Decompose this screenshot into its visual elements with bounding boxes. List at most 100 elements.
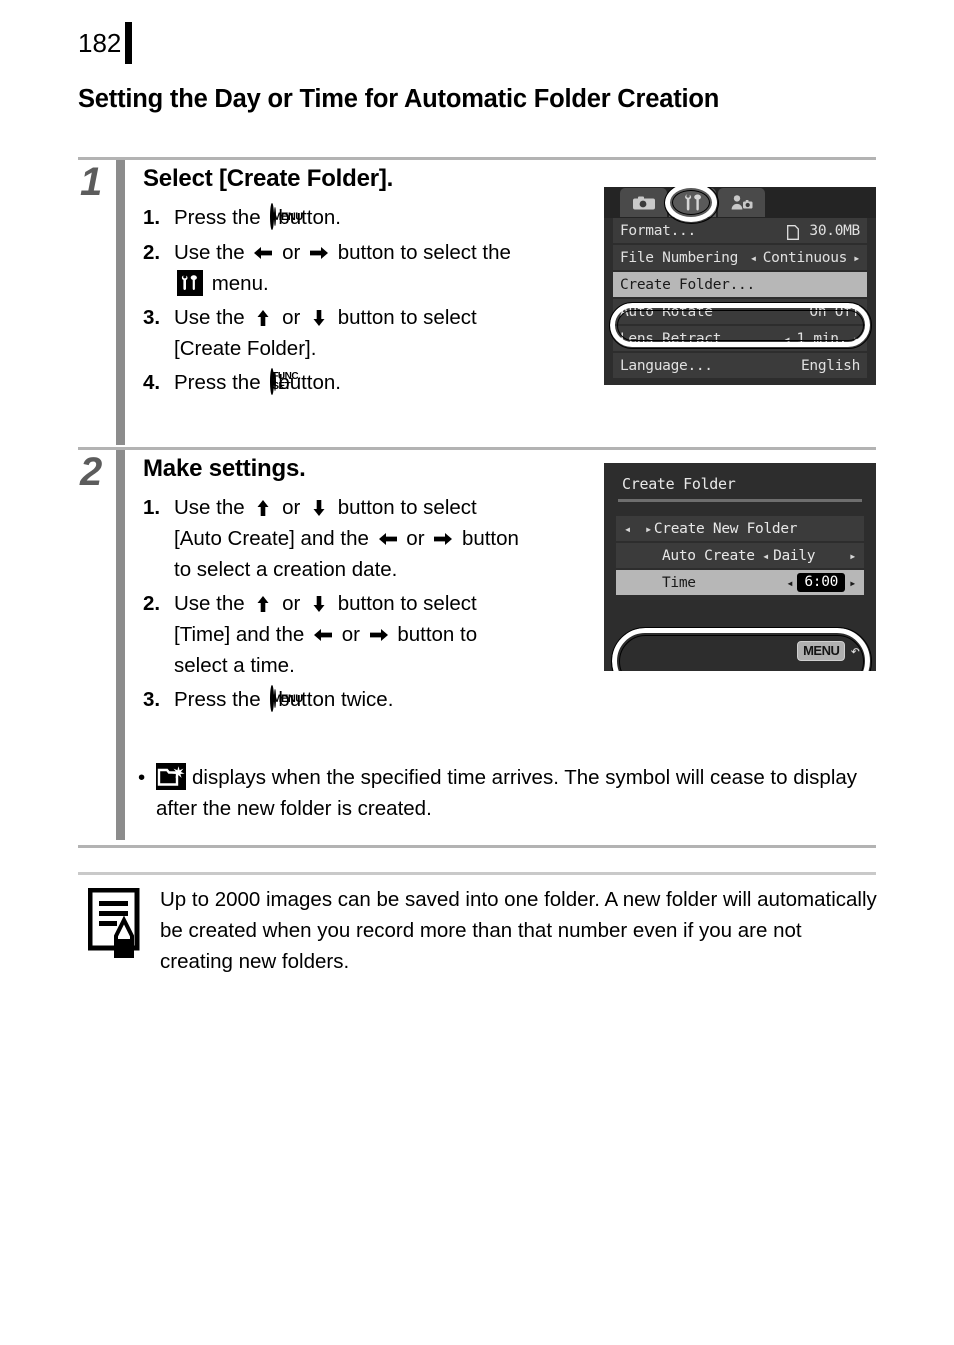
lcd-row-create-new-folder[interactable]: ◂ ▸ Create New Folder bbox=[616, 516, 864, 541]
substep-text: or bbox=[406, 527, 425, 550]
substep-marker: 3. bbox=[143, 306, 161, 330]
right-arrow-icon bbox=[308, 242, 330, 264]
substep-marker: 1. bbox=[143, 496, 161, 519]
left-triangle-icon: ◂ bbox=[762, 548, 770, 563]
substep-text: or bbox=[282, 241, 301, 265]
substep-text: Use the bbox=[174, 592, 245, 615]
step-2-heading: Make settings. bbox=[143, 455, 306, 482]
step-1-substeps: 1. Press the MENU button. 2. Use the or … bbox=[143, 202, 601, 399]
substep-text: or bbox=[282, 592, 301, 615]
substep-text: [Auto Create] and the bbox=[174, 527, 369, 550]
substep-1-1: 1. Press the MENU button. bbox=[143, 202, 601, 234]
substep-1-3: 3. Use the or button to select [Create F… bbox=[143, 302, 601, 364]
substep-marker: 2. bbox=[143, 592, 161, 615]
substep-2-1: 1. Use the or button to select [Auto Cre… bbox=[143, 492, 601, 585]
lcd-title-separator bbox=[618, 499, 862, 502]
menu-badge: MENU bbox=[797, 641, 846, 661]
left-arrow-icon bbox=[312, 624, 334, 646]
wrench-screwdriver-icon bbox=[177, 269, 203, 296]
substep-text: button to select the bbox=[337, 241, 511, 265]
page-number: 182 bbox=[78, 28, 122, 58]
divider-bottom bbox=[78, 845, 876, 848]
lcd-row-label: File Numbering bbox=[620, 249, 739, 266]
right-triangle-icon: ▸ bbox=[849, 575, 856, 590]
substep-text: menu. bbox=[211, 272, 269, 296]
lcd-row-auto-create[interactable]: Auto Create ◂ Daily ▸ bbox=[616, 543, 864, 568]
tab-camera[interactable] bbox=[620, 188, 667, 217]
substep-text: button to bbox=[397, 623, 478, 646]
note-block: Up to 2000 images can be saved into one … bbox=[88, 884, 883, 977]
memo-note-icon bbox=[88, 888, 146, 960]
folder-new-icon bbox=[156, 763, 186, 791]
lcd-row-value: 30.0MB bbox=[809, 222, 860, 239]
tab-my-camera[interactable] bbox=[718, 188, 765, 217]
substep-2-3: 3. Press the MENU button twice. bbox=[143, 684, 601, 716]
substep-text: [Create Folder]. bbox=[174, 337, 317, 361]
left-triangle-icon: ◂ bbox=[749, 250, 757, 265]
bullet-note: • displays when the specified time arriv… bbox=[138, 762, 883, 824]
camera-icon bbox=[632, 196, 655, 209]
lcd-row-value: Continuous bbox=[762, 249, 848, 266]
camera-lcd-menu-screen: Format... 30.0MB File Numbering ◂ Contin… bbox=[604, 187, 876, 385]
substep-marker: 1. bbox=[143, 206, 161, 229]
substep-marker: 4. bbox=[143, 371, 161, 395]
lcd-menu-list: Format... 30.0MB File Numbering ◂ Contin… bbox=[604, 218, 876, 378]
lcd-row-file-numbering[interactable]: File Numbering ◂ Continuous ▸ bbox=[613, 245, 867, 270]
right-triangle-icon: ▸ bbox=[644, 521, 652, 536]
lcd-row-create-folder[interactable]: Create Folder... bbox=[613, 272, 867, 297]
substep-text: button to select bbox=[337, 496, 477, 519]
lcd-menu-hint: MENU ↶ bbox=[797, 641, 860, 661]
lcd-row-value: 6:00 bbox=[797, 573, 846, 592]
func-set-button-icon: FUNC. SET bbox=[270, 368, 301, 396]
bullet-note-body: displays when the specified time arrives… bbox=[138, 762, 883, 824]
substep-text: button to select bbox=[337, 306, 477, 330]
step-1-heading: Select [Create Folder]. bbox=[143, 165, 394, 192]
lcd-tab-strip bbox=[604, 187, 876, 224]
right-triangle-icon: ▸ bbox=[853, 250, 860, 265]
right-triangle-icon: ▸ bbox=[853, 331, 860, 346]
page-number-rule bbox=[125, 22, 133, 64]
bullet-marker: • bbox=[138, 766, 146, 789]
substep-text: or bbox=[282, 496, 301, 519]
down-arrow-icon bbox=[308, 307, 330, 329]
step-2-accent-bar bbox=[116, 450, 125, 840]
page-number-block: 182 bbox=[78, 22, 133, 64]
note-text: Up to 2000 images can be saved into one … bbox=[160, 888, 877, 973]
down-arrow-icon bbox=[308, 593, 330, 615]
lcd-row-format[interactable]: Format... 30.0MB bbox=[613, 218, 867, 243]
lcd-row-value: Daily bbox=[773, 547, 816, 564]
camera-lcd-create-folder-screen: Create Folder ◂ ▸ Create New Folder Auto… bbox=[604, 463, 876, 671]
lcd-row-label: Language... bbox=[620, 357, 713, 374]
lcd-settings-body: ◂ ▸ Create New Folder Auto Create ◂ Dail… bbox=[604, 516, 876, 671]
step-2-substeps: 1. Use the or button to select [Auto Cre… bbox=[143, 492, 601, 716]
right-arrow-icon bbox=[368, 624, 390, 646]
lcd-row-label: Format... bbox=[620, 222, 696, 239]
left-triangle-icon: ◂ bbox=[783, 331, 791, 346]
substep-text: Press the bbox=[174, 371, 261, 395]
substep-text: select a time. bbox=[174, 654, 295, 677]
lcd-row-value: On Off bbox=[809, 303, 860, 320]
substep-text: Use the bbox=[174, 241, 245, 265]
step-2-number: 2 bbox=[80, 450, 103, 494]
substep-1-4: 4. Press the FUNC. SET button. bbox=[143, 367, 601, 399]
substep-text: [Time] and the bbox=[174, 623, 305, 646]
lcd-row-auto-rotate[interactable]: Auto Rotate On Off bbox=[613, 299, 867, 324]
person-camera-icon bbox=[731, 195, 752, 210]
left-arrow-icon bbox=[377, 528, 399, 550]
substep-text: Use the bbox=[174, 496, 245, 519]
bullet-note-text: displays when the specified time arrives… bbox=[156, 766, 858, 820]
up-arrow-icon bbox=[252, 497, 274, 519]
lcd-screen-title: Create Folder bbox=[622, 475, 736, 493]
lcd-row-lens-retract[interactable]: Lens Retract ◂ 1 min. ▸ bbox=[613, 326, 867, 351]
lcd-row-language[interactable]: Language... English bbox=[613, 353, 867, 378]
back-arrow-icon: ↶ bbox=[850, 641, 860, 660]
left-triangle-icon: ◂ bbox=[786, 575, 794, 590]
divider-note bbox=[78, 872, 876, 875]
lcd-row-time[interactable]: Time ◂ 6:00 ▸ bbox=[616, 570, 864, 595]
substep-text: or bbox=[282, 306, 301, 330]
menu-button-icon: MENU bbox=[270, 685, 303, 713]
lcd-row-label: Auto Rotate bbox=[620, 303, 713, 320]
substep-marker: 2. bbox=[143, 241, 161, 265]
card-icon bbox=[787, 225, 800, 240]
right-arrow-icon bbox=[432, 528, 454, 550]
